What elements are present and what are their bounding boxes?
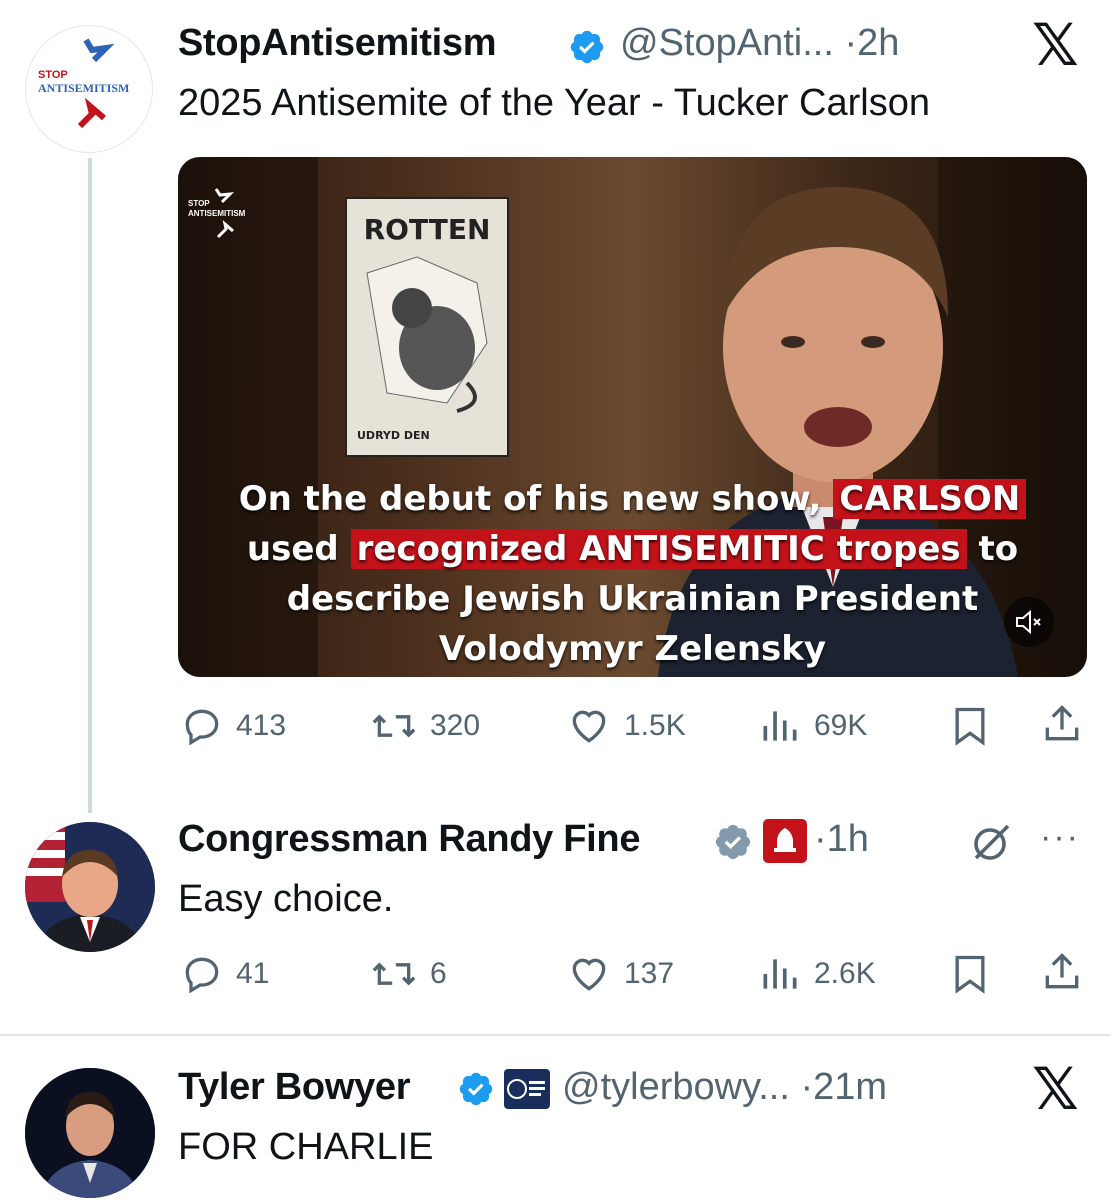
views-count: 69K <box>814 709 868 742</box>
post-text: FOR CHARLIE <box>178 1126 434 1168</box>
post-text: 2025 Antisemite of the Year - Tucker Car… <box>178 82 930 124</box>
author-name[interactable]: Tyler Bowyer <box>178 1066 411 1109</box>
post-time[interactable]: 1h <box>827 818 869 860</box>
post-time[interactable]: 2h <box>857 22 899 64</box>
views-button[interactable]: 2.6K <box>758 952 876 996</box>
bookmark-icon[interactable] <box>948 952 992 996</box>
verified-badge-icon <box>459 1072 493 1106</box>
repost-icon <box>372 714 416 738</box>
reply-count: 41 <box>236 957 270 990</box>
author-handle[interactable]: @StopAnti... <box>620 22 834 64</box>
repost-count: 320 <box>430 709 481 742</box>
separator-dot: · <box>844 22 858 64</box>
watermark-text-bottom: ANTISEMITISM <box>188 209 246 218</box>
avatar-stopantisemitism[interactable]: STOP ANTISEMITISM <box>25 25 153 153</box>
mute-icon <box>1016 609 1041 635</box>
post-text: Easy choice. <box>178 878 394 920</box>
caption-line2-text: used <box>246 529 351 569</box>
like-count: 1.5K <box>624 709 686 742</box>
post-time[interactable]: 21m <box>813 1066 887 1108</box>
like-icon <box>572 958 606 991</box>
verified-badge-icon <box>570 30 604 64</box>
author-name[interactable]: Congressman Randy Fine <box>178 818 640 861</box>
reply-icon <box>185 957 219 994</box>
author-name[interactable]: StopAntisemitism <box>178 22 497 65</box>
rat-illustration <box>366 256 488 413</box>
views-button[interactable]: 69K <box>758 704 867 748</box>
separator-dot: · <box>814 818 827 860</box>
caption-highlight-tropes: recognized ANTISEMITIC tropes <box>350 529 967 569</box>
repost-button[interactable]: 6 <box>370 952 447 996</box>
like-button[interactable]: 1.5K <box>566 704 686 748</box>
share-icon[interactable] <box>1040 702 1084 746</box>
share-icon[interactable] <box>1040 950 1084 994</box>
caption-line2-end: to <box>966 529 1019 569</box>
mute-button[interactable] <box>1004 597 1054 647</box>
verified-badge-icon <box>715 824 751 860</box>
thread-connector-line <box>88 158 92 813</box>
stopantisemitism-logo: STOP ANTISEMITISM <box>38 38 129 129</box>
x-logo-icon[interactable]: 𝕏 <box>1032 1060 1079 1118</box>
author-handle[interactable]: @tylerbowy... <box>562 1066 790 1108</box>
like-button[interactable]: 137 <box>566 952 674 996</box>
avatar-randy-fine[interactable] <box>25 822 155 952</box>
svg-text:STOP: STOP <box>38 69 68 81</box>
repost-button[interactable]: 320 <box>370 704 480 748</box>
turning-point-affiliate-badge[interactable] <box>503 1068 551 1110</box>
post-media-video[interactable]: STOP ANTISEMITISM ROTTEN UDRYD DEN On th… <box>178 157 1087 677</box>
reply-button[interactable]: 41 <box>180 952 269 996</box>
reply-count: 413 <box>236 709 287 742</box>
repost-count: 6 <box>430 957 447 990</box>
watermark-text-top: STOP <box>188 199 210 208</box>
repost-icon <box>372 962 416 986</box>
caption-highlight-carlson: CARLSON <box>833 479 1027 519</box>
avatar-tyler-bowyer[interactable] <box>25 1068 155 1198</box>
views-icon <box>763 711 797 741</box>
views-icon <box>763 959 797 989</box>
bookmark-icon[interactable] <box>948 704 992 748</box>
tyler-bowyer-photo <box>25 1068 155 1198</box>
caption-line3: describe Jewish Ukrainian President <box>286 579 979 619</box>
house-gop-affiliate-badge[interactable] <box>762 818 808 864</box>
like-icon <box>572 710 606 743</box>
poster-title: ROTTEN <box>363 213 491 246</box>
more-icon[interactable]: ··· <box>1040 818 1080 857</box>
reply-icon <box>185 709 219 746</box>
caption-line1-text: On the debut of his new show, <box>238 479 834 519</box>
rotten-poster-image: ROTTEN UDRYD DEN <box>345 197 509 457</box>
randy-fine-photo <box>25 822 155 952</box>
post-divider <box>0 1034 1111 1036</box>
caption-line4: Volodymyr Zelensky <box>438 629 827 669</box>
separator-dot: · <box>800 1066 814 1108</box>
grok-icon[interactable] <box>968 818 1016 866</box>
x-logo-icon[interactable]: 𝕏 <box>1032 16 1079 74</box>
svg-text:ANTISEMITISM: ANTISEMITISM <box>38 81 129 95</box>
views-count: 2.6K <box>814 957 876 990</box>
poster-caption: UDRYD DEN <box>357 429 430 442</box>
reply-button[interactable]: 413 <box>180 704 286 748</box>
like-count: 137 <box>624 957 675 990</box>
